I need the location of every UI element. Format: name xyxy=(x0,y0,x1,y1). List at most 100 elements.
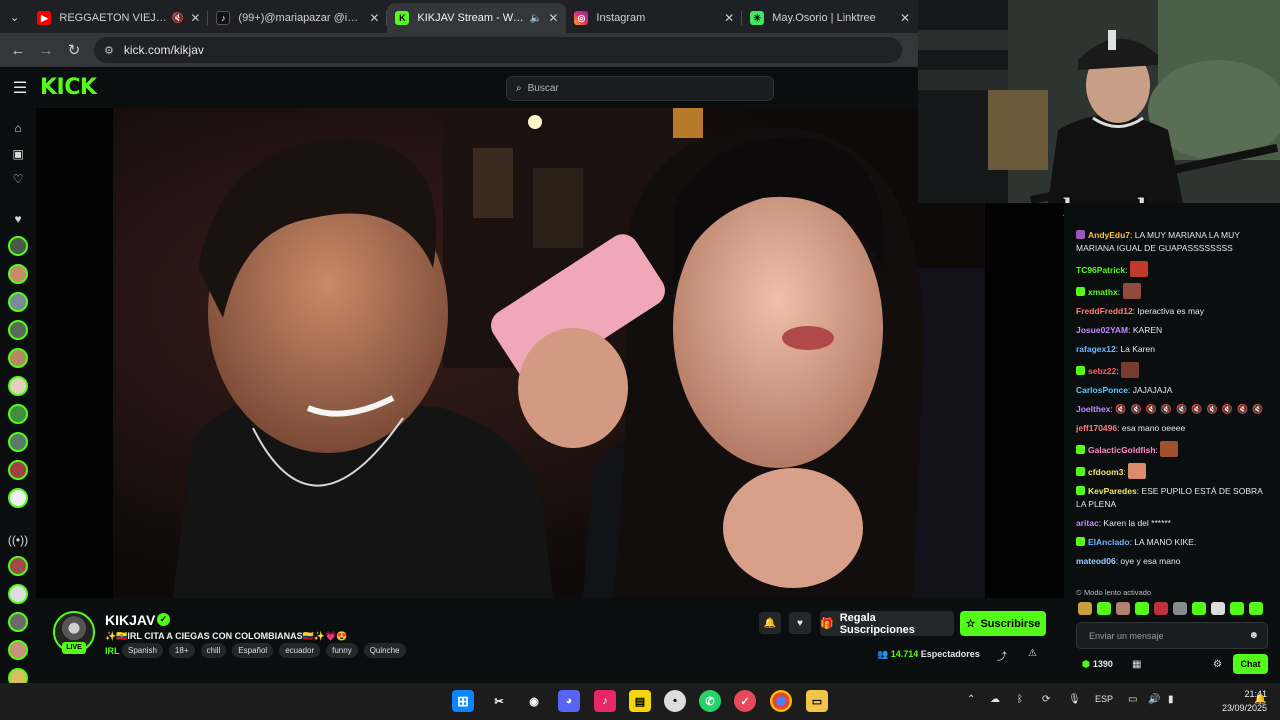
file-explorer-icon[interactable]: ▭ xyxy=(806,690,828,712)
sticky-notes-icon[interactable]: ▤ xyxy=(629,690,651,712)
streamer-name[interactable]: KIKJAV xyxy=(105,612,155,628)
network-icon[interactable]: ▭ xyxy=(1128,694,1137,705)
followed-channel-avatar[interactable] xyxy=(8,264,28,284)
chat-username[interactable]: jeff170496 xyxy=(1076,423,1117,433)
microphone-icon[interactable]: 🎙 xyxy=(1068,694,1081,705)
chat-username[interactable]: AndyEdu7 xyxy=(1088,230,1130,240)
recommended-channel-avatar[interactable] xyxy=(8,584,28,604)
chat-username[interactable]: mateod06 xyxy=(1076,556,1116,566)
category-link[interactable]: IRL xyxy=(105,646,120,656)
chat-username[interactable]: Josue02YAM xyxy=(1076,325,1128,335)
tray-chevron-up-icon[interactable]: ⌃ xyxy=(967,694,975,705)
browser-tab[interactable]: ◎ Instagram ✕ xyxy=(566,3,743,33)
speaker-icon[interactable]: 🔈 xyxy=(530,13,542,24)
sync-icon[interactable]: ⟳ xyxy=(1042,694,1050,705)
menu-icon[interactable]: ☰ xyxy=(0,78,40,98)
close-tab-icon[interactable]: ✕ xyxy=(190,11,200,25)
chat-username[interactable]: cfdoom3 xyxy=(1088,467,1123,477)
back-arrow-icon[interactable]: ← xyxy=(4,42,32,59)
chat-username[interactable]: TC96Patrick xyxy=(1076,265,1125,275)
capcut-icon[interactable]: ✂ xyxy=(488,690,510,712)
whatsapp-icon[interactable]: ✆ xyxy=(699,690,721,712)
follow-heart-button[interactable]: ♥ xyxy=(789,612,811,634)
chat-username[interactable]: FreddFredd12 xyxy=(1076,306,1133,316)
stream-tag[interactable]: funny xyxy=(326,643,358,658)
followed-channel-avatar[interactable] xyxy=(8,488,28,508)
todo-check-icon[interactable]: ✓ xyxy=(734,690,756,712)
emote-icon[interactable] xyxy=(1154,602,1168,615)
tray-app-icon[interactable]: ☁ xyxy=(990,694,1000,705)
close-tab-icon[interactable]: ✕ xyxy=(548,11,558,25)
browser-tab-active[interactable]: K KIKJAV Stream - Watch Li 🔈 ✕ xyxy=(387,3,567,33)
calendar-icon[interactable]: ▦ xyxy=(1132,659,1141,670)
chat-message-input[interactable]: Enviar un mensaje ☻ xyxy=(1076,622,1268,649)
browser-tab[interactable]: ♪ (99+)@mariapazar @ismaelc ✕ xyxy=(208,3,388,33)
reload-icon[interactable]: ↻ xyxy=(60,41,88,59)
followed-channel-avatar[interactable] xyxy=(8,460,28,480)
stream-tag[interactable]: Quinche xyxy=(363,643,406,658)
chrome-icon[interactable] xyxy=(770,690,792,712)
windows-start-icon[interactable]: ⊞ xyxy=(452,690,474,712)
followed-channel-avatar[interactable] xyxy=(8,432,28,452)
browser-tab[interactable]: ▶ REGGAETON VIEJO MIX 🔇 ✕ xyxy=(29,3,209,33)
chat-username[interactable]: ElAnclado xyxy=(1088,537,1130,547)
search-input[interactable]: ⌕ Buscar xyxy=(506,76,774,101)
chat-username[interactable]: KevParedes xyxy=(1088,486,1137,496)
followed-channel-avatar[interactable] xyxy=(8,320,28,340)
channel-points[interactable]: ⬢ 1390 xyxy=(1082,659,1113,670)
close-tab-icon[interactable]: ✕ xyxy=(724,11,734,25)
followed-channel-avatar[interactable] xyxy=(8,376,28,396)
browser-tab[interactable]: ✳ May.Osorio | Linktree ✕ xyxy=(742,3,918,33)
emote-icon[interactable] xyxy=(1116,602,1130,615)
discord-icon[interactable]: ◕ xyxy=(558,690,580,712)
followed-channel-avatar[interactable] xyxy=(8,348,28,368)
subscribe-button[interactable]: ☆ Suscribirse xyxy=(960,611,1046,636)
stream-tag[interactable]: 18+ xyxy=(168,643,195,658)
emote-icon[interactable] xyxy=(1230,602,1244,615)
emote-icon[interactable] xyxy=(1135,602,1149,615)
followed-channel-avatar[interactable] xyxy=(8,404,28,424)
volume-icon[interactable]: 🔊 xyxy=(1148,694,1160,705)
gamepad-app-icon[interactable]: • xyxy=(664,690,686,712)
send-chat-button[interactable]: Chat xyxy=(1233,654,1268,674)
browse-icon[interactable]: ▣ xyxy=(8,144,28,164)
emote-icon[interactable] xyxy=(1192,602,1206,615)
tab-search-icon[interactable]: ⌄ xyxy=(0,0,29,33)
forward-arrow-icon[interactable]: → xyxy=(32,42,60,59)
speaker-muted-icon[interactable]: 🔇 xyxy=(172,13,184,24)
obs-icon[interactable]: ◉ xyxy=(523,690,545,712)
emote-icon[interactable] xyxy=(1097,602,1111,615)
chat-username[interactable]: xmathx xyxy=(1088,287,1118,297)
chat-username[interactable]: CarlosPonce xyxy=(1076,385,1128,395)
recommended-channel-avatar[interactable] xyxy=(8,640,28,660)
stream-tag[interactable]: chill xyxy=(200,643,227,658)
address-bar[interactable]: ⚙ kick.com/kikjav xyxy=(94,37,902,63)
stream-tag[interactable]: ecuador xyxy=(279,643,321,658)
notifications-bell-icon[interactable]: 🔔 xyxy=(1254,694,1266,705)
site-settings-icon[interactable]: ⚙ xyxy=(104,44,114,57)
notification-bell-button[interactable]: 🔔 xyxy=(759,612,781,634)
stream-tag[interactable]: Spanish xyxy=(122,643,163,658)
chat-settings-gear-icon[interactable]: ⚙ xyxy=(1213,659,1222,670)
emote-icon[interactable] xyxy=(1078,602,1092,615)
input-language[interactable]: ESP xyxy=(1095,694,1113,704)
close-tab-icon[interactable]: ✕ xyxy=(900,11,910,25)
share-icon[interactable]: ⤴ xyxy=(997,648,1007,663)
chat-username[interactable]: GalacticGoldfish xyxy=(1088,445,1156,455)
recommended-channel-avatar[interactable] xyxy=(8,556,28,576)
report-icon[interactable]: ⚠ xyxy=(1028,648,1037,659)
home-icon[interactable]: ⌂ xyxy=(8,118,28,138)
followed-channel-avatar[interactable] xyxy=(8,236,28,256)
stream-tag[interactable]: Español xyxy=(232,643,274,658)
emote-icon[interactable] xyxy=(1249,602,1263,615)
recommended-channel-avatar[interactable] xyxy=(8,612,28,632)
video-player[interactable] xyxy=(113,108,985,598)
followed-channel-avatar[interactable] xyxy=(8,292,28,312)
emoji-picker-icon[interactable]: ☻ xyxy=(1248,630,1259,641)
battery-icon[interactable]: ▮ xyxy=(1168,694,1174,705)
chat-username[interactable]: Joelthex xyxy=(1076,404,1111,414)
close-tab-icon[interactable]: ✕ xyxy=(369,11,379,25)
emote-icon[interactable] xyxy=(1173,602,1187,615)
following-heart-icon[interactable]: ♡ xyxy=(8,169,28,189)
kick-logo[interactable]: KICK xyxy=(40,75,97,100)
